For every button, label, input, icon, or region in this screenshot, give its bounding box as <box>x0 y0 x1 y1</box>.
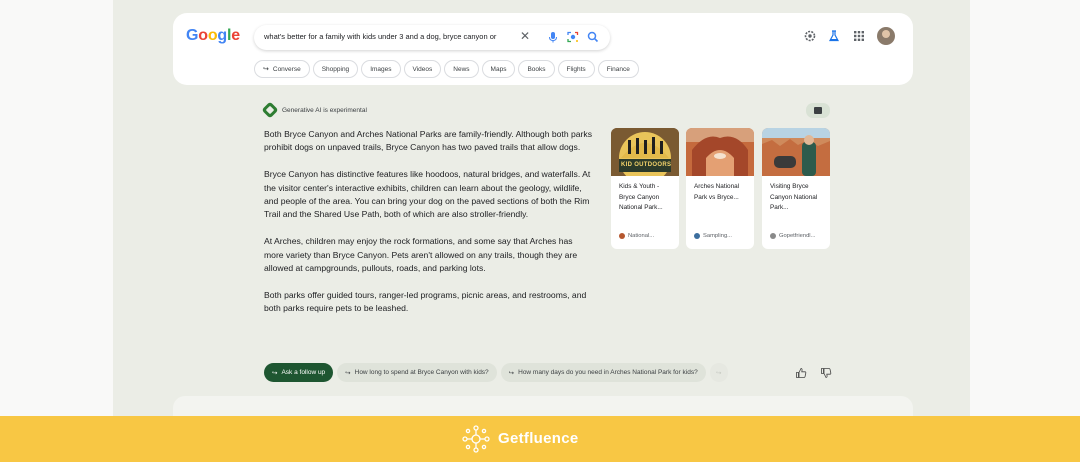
layout-toggle-button[interactable] <box>806 103 830 118</box>
chip-books[interactable]: Books <box>518 60 555 78</box>
search-input[interactable]: what's better for a family with kids und… <box>264 32 496 41</box>
chip-news[interactable]: News <box>444 60 479 78</box>
source-site: Sampling... <box>694 233 732 239</box>
more-suggestions-chip[interactable]: ↪ <box>709 363 728 382</box>
kid-outdoors-image-text: KID OUTDOORS <box>621 162 672 168</box>
chip-maps[interactable]: Maps <box>481 60 516 78</box>
thumbs-up-icon[interactable] <box>795 367 807 379</box>
follow-up-arrow-icon: ↪ <box>272 369 278 377</box>
generative-ai-icon <box>261 101 279 119</box>
suggestion-chip[interactable]: ↪ How many days do you need in Arches Nat… <box>500 363 706 382</box>
getfluence-logo-icon <box>462 425 490 453</box>
thumbs-down-icon[interactable] <box>820 367 832 379</box>
source-title: Arches National Park vs Bryce... <box>694 183 740 201</box>
settings-icon[interactable] <box>803 29 817 43</box>
ai-paragraph: At Arches, children may enjoy the rock f… <box>264 236 578 274</box>
source-card-visiting-bryce[interactable]: Visiting Bryce Canyon National Park... G… <box>762 128 830 249</box>
left-margin <box>0 0 113 416</box>
source-title: Kids & Youth - Bryce Canyon National Par… <box>619 183 663 211</box>
avatar[interactable] <box>877 27 895 45</box>
lens-icon[interactable] <box>566 30 580 44</box>
getfluence-brand: Getfluence <box>498 430 579 447</box>
ai-paragraph: Both Bryce Canyon and Arches National Pa… <box>264 129 593 153</box>
ai-paragraph: Both parks offer guided tours, ranger-le… <box>264 289 587 314</box>
source-card-arches-vs-bryce[interactable]: Arches National Park vs Bryce... Samplin… <box>686 128 754 249</box>
ai-overview-text: Both Bryce Canyon and Arches National Pa… <box>264 128 594 329</box>
google-logo[interactable]: Google <box>186 27 240 45</box>
logo-letter: o <box>198 27 208 44</box>
source-title: Visiting Bryce Canyon National Park... <box>770 183 818 211</box>
site-favicon-icon <box>694 233 700 239</box>
labs-flask-icon[interactable] <box>827 29 841 43</box>
ai-overview-header: Generative AI is experimental <box>261 101 367 119</box>
logo-letter: G <box>186 27 199 44</box>
source-thumbnail <box>686 128 754 176</box>
source-thumbnail <box>762 128 830 176</box>
ask-follow-up-button[interactable]: ↪ Ask a follow up <box>264 363 334 382</box>
right-margin <box>970 0 1080 416</box>
chip-shopping[interactable]: Shopping <box>312 60 359 78</box>
close-icon[interactable]: ✕ <box>520 29 530 43</box>
site-favicon-icon <box>619 233 625 239</box>
source-card-kids-youth[interactable]: KID OUTDOORS Kids & Youth - Bryce Canyon… <box>611 128 679 249</box>
search-box[interactable]: what's better for a family with kids und… <box>254 25 610 50</box>
follow-up-bar: ↪ Ask a follow up ↪ How long to spend at B… <box>264 363 728 382</box>
follow-up-arrow-icon: ↪ <box>508 369 515 377</box>
chip-converse[interactable]: ↪ Converse <box>254 60 310 78</box>
microphone-icon[interactable] <box>546 30 560 44</box>
chip-images[interactable]: Images <box>361 60 401 78</box>
search-icon[interactable] <box>586 30 600 44</box>
follow-up-arrow-icon: ↪ <box>345 369 351 377</box>
logo-letter: e <box>231 27 240 44</box>
apps-grid-icon[interactable] <box>852 29 866 43</box>
search-filter-chips: ↪ Converse Shopping Images Videos News Ma… <box>254 60 639 78</box>
source-site: National... <box>619 233 654 239</box>
source-thumbnail: KID OUTDOORS <box>611 128 679 176</box>
ai-paragraph: Bryce Canyon has distinctive features li… <box>264 169 591 220</box>
ai-experimental-label: Generative AI is experimental <box>282 106 367 114</box>
chip-videos[interactable]: Videos <box>403 60 442 78</box>
chip-finance[interactable]: Finance <box>597 60 639 78</box>
site-favicon-icon <box>770 233 776 239</box>
source-site: Gopetfriendl... <box>770 233 815 239</box>
logo-letter: o <box>207 27 218 44</box>
converse-arrow-icon: ↪ <box>263 66 269 73</box>
logo-letter: g <box>217 27 227 44</box>
suggestion-chip[interactable]: ↪ How long to spend at Bryce Canyon with … <box>337 363 497 382</box>
chip-flights[interactable]: Flights <box>557 60 595 78</box>
